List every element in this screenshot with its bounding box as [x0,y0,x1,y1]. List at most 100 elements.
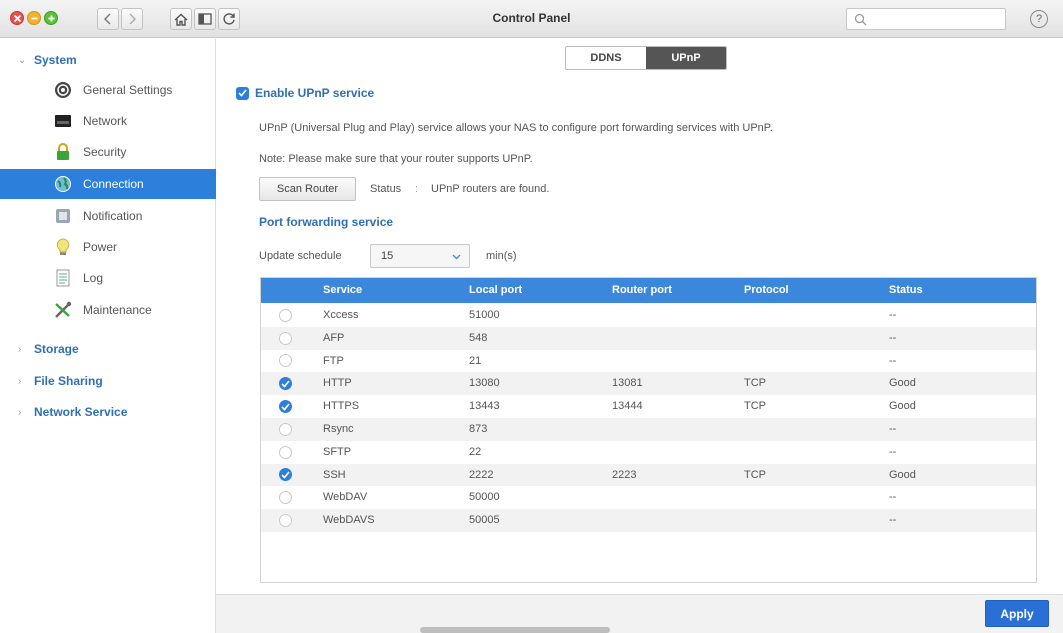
row-checkbox[interactable] [279,514,292,528]
back-button[interactable] [97,8,119,30]
chevron-right-icon [129,13,136,25]
apply-button[interactable]: Apply [985,600,1049,627]
cell-checkbox [279,486,292,509]
sidebar-item-label: General Settings [83,83,173,97]
checkmark-icon [238,89,247,97]
cell-service: SFTP [323,445,352,458]
sidebar-group-system[interactable]: ⌄ System [0,49,216,71]
chevron-right-icon: › [18,406,22,418]
cell-local-port: 50000 [469,491,500,504]
sidebar-group-file-sharing[interactable]: › File Sharing [0,370,216,392]
cell-service: Xccess [323,309,359,321]
cell-protocol: TCP [744,468,766,481]
sidebar-item-label: Notification [83,209,143,223]
column-header-local-port[interactable]: Local port [469,278,522,303]
cell-service: AFP [323,331,345,344]
chevron-down-icon [452,254,461,260]
row-checkbox[interactable] [279,445,292,459]
cell-status: -- [889,331,897,344]
sidebar-item-power[interactable]: Power [0,232,216,262]
forward-button[interactable] [121,8,143,30]
row-checkbox[interactable] [279,491,292,505]
chevron-down-icon: ⌄ [18,54,27,66]
sidebar-group-label: Network Service [34,405,128,419]
update-schedule-value: 15 [381,250,394,262]
table-row[interactable]: FTP 21 -- [261,350,1036,373]
table-row[interactable]: WebDAVS 50005 -- [261,509,1036,532]
sidebar-item-connection[interactable]: Connection [0,169,216,199]
table-row[interactable]: SFTP 22 -- [261,441,1036,464]
row-checkbox[interactable] [279,422,292,436]
table-row[interactable]: WebDAV 50000 -- [261,486,1036,509]
column-header-status[interactable]: Status [889,278,923,303]
status-value: UPnP routers are found. [431,183,550,195]
table-row[interactable]: AFP 548 -- [261,326,1036,350]
table-row[interactable]: HTTPS 13443 13444 TCP Good [261,395,1036,418]
update-schedule-select[interactable]: 15 [370,244,470,268]
cell-protocol: TCP [744,400,766,413]
home-button[interactable] [170,8,192,30]
minimize-window-button[interactable] [27,11,41,25]
row-checkbox[interactable] [279,377,292,391]
sidebar-group-network-service[interactable]: › Network Service [0,401,216,423]
column-header-service[interactable]: Service [323,278,362,303]
row-checkbox[interactable] [279,331,292,345]
cell-checkbox [279,509,292,532]
chevron-left-icon [104,13,111,25]
sidebar-item-log[interactable]: Log [0,263,216,293]
table-row[interactable]: Rsync 873 -- [261,418,1036,441]
scan-router-button[interactable]: Scan Router [259,177,356,201]
cell-checkbox [279,350,292,373]
scrollbar-handle[interactable] [420,627,610,633]
sidebar-group-label: Storage [34,342,79,356]
search-icon [854,13,867,26]
sidebar-group-storage[interactable]: › Storage [0,338,216,360]
close-window-button[interactable] [10,11,24,25]
chevron-right-icon: › [18,343,22,355]
status-separator: : [415,183,419,195]
tab-upnp[interactable]: UPnP [646,47,726,69]
toggle-panel-button[interactable] [194,8,216,30]
cell-service: Rsync [323,423,354,435]
cell-service: HTTPS [323,400,360,413]
help-button[interactable]: ? [1030,10,1048,28]
enable-upnp-checkbox[interactable] [236,86,249,100]
cell-local-port: 50005 [469,514,500,527]
cell-checkbox [279,372,292,395]
chevron-right-icon: › [18,375,22,387]
maximize-window-button[interactable] [44,11,58,25]
sidebar-item-general-settings[interactable]: General Settings [0,75,216,105]
sidebar-item-label: Network [83,114,128,128]
update-schedule-unit: min(s) [486,250,517,262]
table-row[interactable]: Xccess 51000 -- [261,304,1036,327]
cell-protocol: TCP [744,377,766,390]
cell-local-port: 22 [469,445,482,458]
lock-icon [54,143,72,161]
table-row[interactable]: SSH 2222 2223 TCP Good [261,463,1036,487]
row-checkbox[interactable] [279,308,292,322]
enable-upnp-label: Enable UPnP service [255,86,375,100]
cell-status: -- [889,423,897,435]
globe-icon [54,175,72,193]
cell-local-port: 548 [469,331,488,344]
row-checkbox[interactable] [279,400,292,414]
panel-icon [198,13,212,25]
column-header-protocol[interactable]: Protocol [744,278,789,303]
search-input[interactable] [846,8,1006,30]
cell-local-port: 873 [469,423,488,435]
sidebar-item-security[interactable]: Security [0,137,216,167]
row-checkbox[interactable] [279,354,292,368]
tab-ddns[interactable]: DDNS [566,47,646,69]
row-checkbox[interactable] [279,468,292,482]
column-header-router-port[interactable]: Router port [612,278,672,303]
sidebar-item-maintenance[interactable]: Maintenance [0,295,216,325]
cell-status: -- [889,491,897,504]
update-schedule-label: Update schedule [259,250,342,262]
sidebar-item-notification[interactable]: Notification [0,201,216,231]
table-row[interactable]: HTTP 13080 13081 TCP Good [261,372,1036,396]
upnp-note: Note: Please make sure that your router … [259,153,533,165]
cell-service: WebDAV [323,491,368,504]
cell-router-port: 2223 [612,468,637,481]
refresh-button[interactable] [218,8,240,30]
sidebar-item-network[interactable]: Network [0,106,216,136]
